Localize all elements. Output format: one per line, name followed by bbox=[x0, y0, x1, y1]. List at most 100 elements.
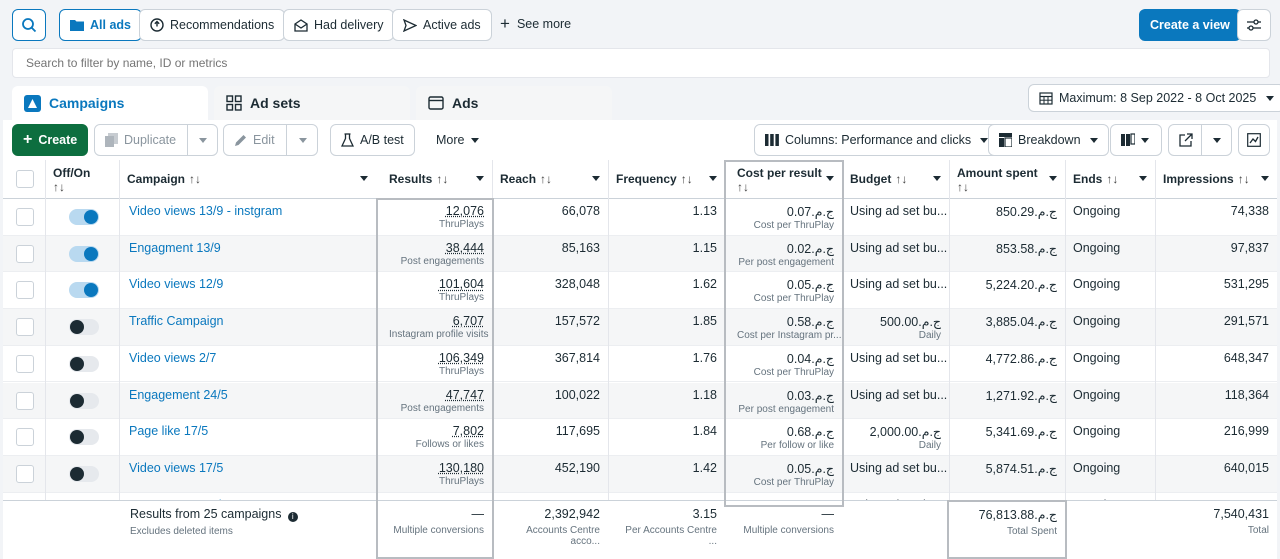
col-campaign[interactable]: Campaign ↑↓ bbox=[119, 160, 376, 199]
duplicate-button[interactable]: Duplicate bbox=[94, 124, 218, 156]
charts-button[interactable] bbox=[1238, 124, 1270, 156]
row-checkbox[interactable] bbox=[16, 354, 34, 373]
col-off-on[interactable]: Off/On ↑↓ bbox=[45, 160, 119, 199]
row-checkbox[interactable] bbox=[16, 208, 34, 226]
ends-cell: Ongoing bbox=[1065, 419, 1155, 455]
tab-ads[interactable]: Ads bbox=[416, 86, 612, 120]
campaign-name-link[interactable]: Video views 17/5 bbox=[129, 461, 223, 475]
table-row[interactable]: Video views 13/9 - instgram 12,076 ThruPla… bbox=[3, 199, 1277, 236]
results-value[interactable]: 38,444 bbox=[446, 241, 484, 255]
breakdown-button[interactable]: Breakdown bbox=[988, 124, 1109, 156]
date-range-picker[interactable]: Maximum: 8 Sep 2022 - 8 Oct 2025 bbox=[1028, 84, 1280, 112]
table-row[interactable]: Traffic Campaign 6,707 Instagram profile v… bbox=[3, 309, 1277, 346]
campaign-name-link[interactable]: Page like 17/5 bbox=[129, 424, 208, 438]
frequency-cell: 1.18 bbox=[608, 383, 725, 419]
col-reach[interactable]: Reach ↑↓ bbox=[492, 160, 608, 199]
select-all-checkbox[interactable] bbox=[16, 170, 34, 188]
results-value[interactable]: 47,747 bbox=[446, 388, 484, 402]
chevron-down-icon[interactable] bbox=[299, 138, 307, 143]
create-button[interactable]: + Create bbox=[12, 124, 89, 156]
folder-icon bbox=[70, 20, 84, 31]
table-row[interactable]: Page like 17/5 7,802 Follows or likes 117,6… bbox=[3, 419, 1277, 456]
table-row[interactable]: Engagment 13/9 38,444 Post engagements 85,1… bbox=[3, 235, 1277, 273]
active-ads-filter[interactable]: Active ads bbox=[392, 9, 492, 41]
col-budget[interactable]: Budget ↑↓ bbox=[842, 160, 949, 199]
campaign-toggle[interactable] bbox=[69, 392, 99, 409]
frequency-value: 1.76 bbox=[692, 350, 717, 365]
tab-ad-sets[interactable]: Ad sets bbox=[214, 86, 410, 120]
columns-button[interactable]: Columns: Performance and clicks bbox=[754, 124, 1000, 156]
toggle-knob bbox=[70, 356, 84, 371]
row-checkbox[interactable] bbox=[16, 428, 34, 447]
info-icon[interactable]: i bbox=[287, 512, 298, 522]
campaign-name-link[interactable]: Engagment 13/9 bbox=[129, 241, 221, 255]
reports-button[interactable] bbox=[1110, 124, 1162, 156]
ends-value: Ongoing bbox=[1073, 240, 1121, 255]
campaign-name-link[interactable]: Engagement 24/5 bbox=[129, 388, 228, 402]
ends-value: Ongoing bbox=[1073, 204, 1121, 218]
col-results[interactable]: Results ↑↓ bbox=[381, 160, 492, 199]
chevron-down-icon[interactable] bbox=[1213, 138, 1221, 143]
see-more-filters[interactable]: + See more bbox=[500, 14, 571, 33]
edit-button[interactable]: Edit bbox=[223, 124, 318, 156]
campaign-toggle[interactable] bbox=[69, 319, 99, 336]
impressions-value: 640,015 bbox=[1223, 460, 1269, 475]
results-value[interactable]: 106,349 bbox=[439, 351, 484, 365]
campaign-name-link[interactable]: Video views 2/7 bbox=[129, 351, 216, 365]
table-row[interactable]: Engagement 24/5 47,747 Post engagements 100… bbox=[3, 382, 1277, 420]
search-button[interactable] bbox=[12, 9, 46, 41]
tab-campaigns[interactable]: Campaigns bbox=[12, 86, 208, 120]
row-checkbox[interactable] bbox=[16, 244, 34, 263]
campaign-toggle[interactable] bbox=[69, 465, 99, 482]
results-value[interactable]: 7,802 bbox=[453, 424, 484, 438]
results-value[interactable]: 101,604 bbox=[439, 277, 484, 291]
row-checkbox[interactable] bbox=[16, 391, 34, 410]
table-row[interactable]: Video views 12/9 101,604 ThruPlays 328,048 1… bbox=[3, 272, 1277, 310]
budget-value: Using ad set bu... bbox=[850, 240, 948, 255]
budget-cell: Using ad set bu... bbox=[842, 346, 949, 382]
campaign-toggle[interactable] bbox=[69, 209, 99, 225]
summary-impressions: 7,540,431 Total bbox=[1155, 501, 1277, 559]
export-button[interactable] bbox=[1168, 124, 1232, 156]
col-cost-per-result[interactable]: Cost per result ↑↓ bbox=[729, 160, 842, 199]
col-frequency[interactable]: Frequency ↑↓ bbox=[608, 160, 725, 199]
search-input[interactable] bbox=[12, 48, 1270, 78]
summary-frequency: 3.15 Per Accounts Centre ... bbox=[608, 501, 725, 559]
campaign-toggle[interactable] bbox=[69, 282, 99, 299]
row-checkbox[interactable] bbox=[16, 281, 34, 300]
select-all[interactable] bbox=[3, 160, 45, 199]
cost-per-result-type: Per post engagement bbox=[738, 403, 834, 415]
col-amount-spent[interactable]: Amount spent ↑↓ bbox=[949, 160, 1065, 199]
results-value[interactable]: 130,180 bbox=[439, 461, 484, 475]
recommendation-icon bbox=[150, 18, 164, 32]
campaign-name-link[interactable]: Video views 12/9 bbox=[129, 277, 223, 291]
sort-icon: ↑↓ bbox=[895, 172, 908, 186]
ends-value: Ongoing bbox=[1073, 277, 1121, 292]
ab-test-button[interactable]: A/B test bbox=[330, 124, 415, 156]
plus-icon: + bbox=[500, 14, 510, 33]
table-row[interactable]: Video views 2/7 106,349 ThruPlays 367,814 1.… bbox=[3, 346, 1277, 383]
recommendations-filter[interactable]: Recommendations bbox=[139, 9, 286, 41]
more-button[interactable]: More bbox=[436, 133, 480, 147]
results-value[interactable]: 6,707 bbox=[453, 314, 484, 328]
frequency-value: 1.15 bbox=[692, 240, 717, 255]
campaign-name-link[interactable]: Traffic Campaign bbox=[129, 314, 223, 328]
had-delivery-filter[interactable]: Had delivery bbox=[283, 9, 395, 41]
chevron-down-icon[interactable] bbox=[199, 138, 207, 143]
all-ads-filter[interactable]: All ads bbox=[59, 9, 142, 41]
ends-cell: Ongoing bbox=[1065, 199, 1155, 235]
amount-spent-cell: ج.م.5,341.69 bbox=[949, 419, 1065, 455]
campaign-name-link[interactable]: Video views 13/9 - instgram bbox=[129, 204, 282, 218]
row-checkbox[interactable] bbox=[16, 318, 34, 337]
campaign-toggle[interactable] bbox=[69, 355, 99, 372]
col-impressions[interactable]: Impressions ↑↓ bbox=[1155, 160, 1277, 199]
campaign-toggle[interactable] bbox=[69, 245, 99, 262]
view-settings-button[interactable] bbox=[1237, 9, 1271, 41]
row-checkbox[interactable] bbox=[16, 464, 34, 483]
col-ends[interactable]: Ends ↑↓ bbox=[1065, 160, 1155, 199]
had-delivery-label: Had delivery bbox=[314, 18, 384, 32]
table-row[interactable]: Video views 17/5 130,180 ThruPlays 452,190 1… bbox=[3, 455, 1277, 493]
campaign-toggle[interactable] bbox=[69, 429, 99, 446]
results-value[interactable]: 12,076 bbox=[446, 204, 484, 218]
create-view-button[interactable]: Create a view bbox=[1139, 9, 1241, 41]
